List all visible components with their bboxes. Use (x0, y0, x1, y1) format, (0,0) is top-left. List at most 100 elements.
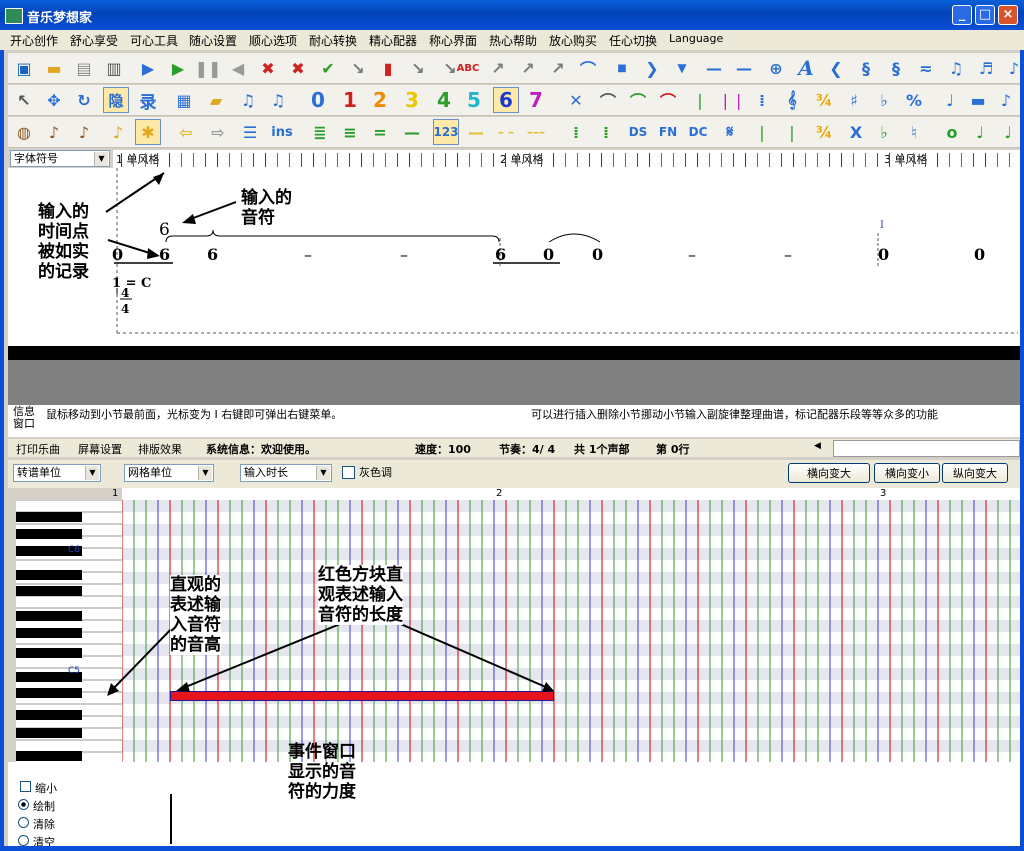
option-shrink[interactable]: 缩小 (20, 780, 57, 796)
open-folder-icon[interactable]: ▬ (42, 56, 66, 80)
x-icon[interactable]: X (844, 120, 868, 144)
note-block[interactable] (170, 691, 554, 701)
repeat-start-icon[interactable]: ⁞ (564, 120, 588, 144)
half-note-icon[interactable]: ♩ (968, 120, 992, 144)
delete-icon[interactable]: ✖ (286, 56, 310, 80)
dc-button[interactable]: DC (686, 120, 710, 144)
flat-2-icon[interactable]: ♭ (872, 120, 896, 144)
note-icon[interactable]: ♫ (944, 56, 968, 80)
score-note-3[interactable]: 6 (495, 245, 506, 264)
arrow-right-icon[interactable]: ⇨ (206, 120, 230, 144)
score-note-4[interactable]: 0 (543, 245, 554, 264)
menu-options[interactable]: 顺心选项 (249, 32, 297, 49)
score-note-1[interactable]: 6 (159, 245, 170, 264)
ds-button[interactable]: DS (626, 120, 650, 144)
digit-6-button[interactable]: 6 (493, 87, 519, 113)
violin-icon[interactable]: ♪ (42, 120, 66, 144)
score-note-0[interactable]: 0 (112, 245, 123, 264)
menu-tools[interactable]: 可心工具 (130, 32, 178, 49)
menu-enjoy[interactable]: 舒心享受 (70, 32, 118, 49)
numbered-notation-button[interactable]: 123 (433, 119, 459, 145)
beam-split-icon[interactable]: ♫ (266, 88, 290, 112)
rest-icon[interactable]: ▬ (966, 88, 990, 112)
clef-icon[interactable]: 𝄞 (780, 88, 804, 112)
align-icon[interactable]: ☰ (238, 120, 262, 144)
long-tenuto-icon[interactable]: — (732, 56, 756, 80)
score-note-6[interactable]: 0 (878, 245, 889, 264)
grid-unit-combo[interactable]: 网格单位 ▼ (124, 464, 214, 482)
gray-tone-checkbox[interactable] (342, 466, 355, 479)
eighth-note-icon[interactable]: ♪ (994, 88, 1018, 112)
slur-icon[interactable]: ⌒ (596, 88, 620, 112)
mark-icon[interactable]: ▮ (376, 56, 400, 80)
effect-icon[interactable]: ✱ (135, 119, 161, 145)
check-icon[interactable]: ✔ (316, 56, 340, 80)
piano-keyboard[interactable]: C6 C5 (16, 500, 122, 762)
v-zoom-in-button[interactable]: 纵向变大 (942, 463, 1008, 483)
score-note-7[interactable]: 0 (974, 245, 985, 264)
digit-7-button[interactable]: 7 (524, 88, 548, 112)
flat-icon[interactable]: ♭ (872, 88, 896, 112)
dash-2-icon[interactable]: – – (494, 120, 518, 144)
pause-icon[interactable]: ❚❚ (195, 56, 222, 80)
tenuto-icon[interactable]: — (702, 56, 726, 80)
track-area[interactable] (8, 360, 1020, 405)
whole-note-icon[interactable]: o (940, 120, 964, 144)
text-icon[interactable]: A (794, 56, 818, 80)
crescendo-icon[interactable]: ❮ (824, 56, 848, 80)
mark-arrow-icon[interactable]: ↘ (406, 56, 430, 80)
piano-icon[interactable]: ▥ (102, 56, 126, 80)
pianoroll-grid[interactable] (122, 500, 1020, 762)
spellcheck-icon[interactable]: ABC (456, 56, 480, 80)
repeat-bar-icon[interactable]: ⁞ (750, 88, 774, 112)
phrase-icon[interactable]: ⌒ (656, 88, 680, 112)
menu-language[interactable]: Language (669, 32, 723, 45)
digit-3-button[interactable]: 3 (400, 88, 424, 112)
arrow-tool-icon[interactable]: ↘ (346, 56, 370, 80)
beam-icon[interactable]: ♬ (974, 56, 998, 80)
score-note-5[interactable]: 0 (592, 245, 603, 264)
digit-1-button[interactable]: 1 (338, 88, 362, 112)
clear-icon[interactable]: ✕ (564, 88, 588, 112)
menu-switch[interactable]: 任心切换 (609, 32, 657, 49)
menu-interface[interactable]: 称心界面 (429, 32, 477, 49)
menu-orchestrate[interactable]: 精心配器 (369, 32, 417, 49)
barline-icon[interactable]: ❘ (688, 88, 712, 112)
double-bar-icon[interactable]: ❘❘ (719, 88, 746, 112)
score-canvas[interactable]: 0 6 6 – – 6 0 0 – – 0 0 6 I 1 = C 4 4 输入… (8, 168, 1020, 346)
time-sig-icon[interactable]: ¾ (812, 88, 836, 112)
h-zoom-out-button[interactable]: 横向变小 (874, 463, 940, 483)
tab-layout[interactable]: 排版效果 (138, 441, 182, 457)
back-icon[interactable]: ◀ (226, 56, 250, 80)
dot-icon[interactable]: ■ (610, 56, 634, 80)
option-clear-all[interactable]: 清空 (18, 834, 55, 846)
font-symbol-combo[interactable]: 字体符号 ▼ (10, 150, 110, 167)
tremolo-icon[interactable]: ≂ (914, 56, 938, 80)
maximize-button[interactable]: □ (975, 5, 995, 25)
flag-icon[interactable]: ♪ (1002, 56, 1024, 80)
guitar-icon[interactable]: ♪ (72, 120, 96, 144)
bar-2-icon[interactable]: ❘ (780, 120, 804, 144)
quarter-note-icon[interactable]: ♩ (938, 88, 962, 112)
arrow-left-icon[interactable]: ⇦ (174, 120, 198, 144)
sharp-icon[interactable]: ♯ (842, 88, 866, 112)
close-button[interactable]: × (998, 5, 1018, 25)
sax-icon[interactable]: ♪ (106, 120, 130, 144)
pointer-icon[interactable]: ↖ (12, 88, 36, 112)
scroll-left-icon[interactable]: ◀ (814, 441, 821, 451)
lines-1-icon[interactable]: — (400, 120, 424, 144)
repeat-end-icon[interactable]: ⁞ (594, 120, 618, 144)
menu-help[interactable]: 热心帮助 (489, 32, 537, 49)
record-toggle[interactable]: 录 (136, 88, 160, 113)
bar-icon[interactable]: ❘ (750, 120, 774, 144)
move-icon[interactable]: ✥ (42, 88, 66, 112)
tie-icon[interactable]: ⌒ (626, 88, 650, 112)
accent-icon[interactable]: ❯ (640, 56, 664, 80)
lines-3-icon[interactable]: ≡ (338, 120, 362, 144)
arrow-yellow-icon[interactable]: ↗ (516, 56, 540, 80)
keyboard-icon[interactable]: ▤ (72, 56, 96, 80)
option-draw[interactable]: 绘制 (18, 798, 55, 814)
hide-toggle[interactable]: 隐 (103, 87, 129, 113)
menu-settings[interactable]: 随心设置 (189, 32, 237, 49)
digit-5-button[interactable]: 5 (462, 88, 486, 112)
